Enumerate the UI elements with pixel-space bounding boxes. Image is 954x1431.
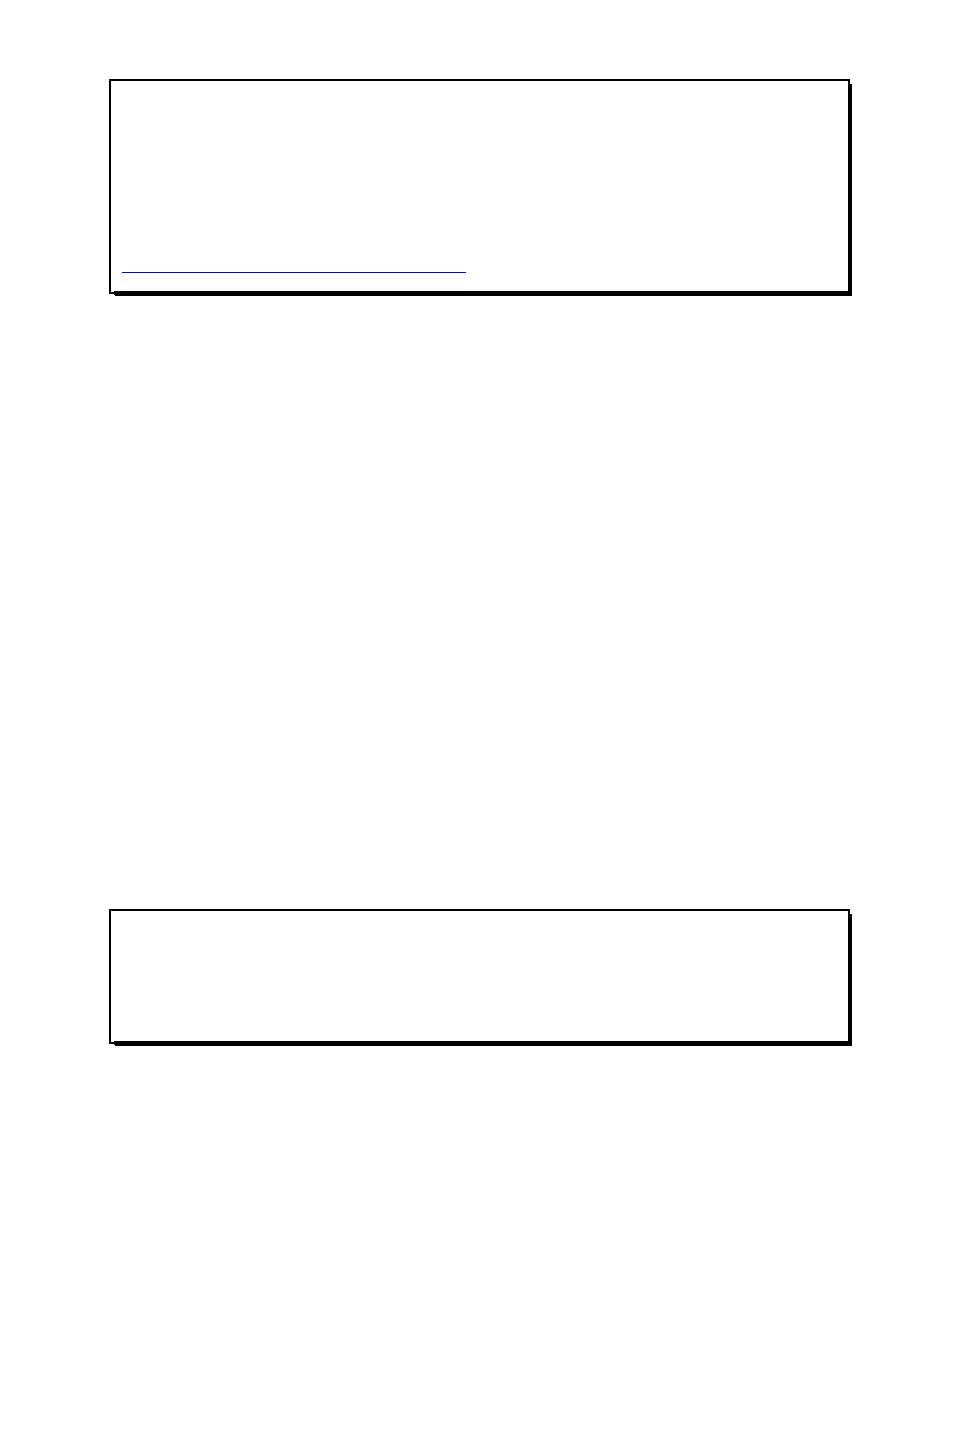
box-shadow-right <box>848 84 852 295</box>
box-shadow-bottom <box>114 291 852 295</box>
hyperlink-underline[interactable] <box>122 272 466 273</box>
box-shadow-bottom <box>114 1041 852 1045</box>
content-box-bottom <box>109 909 850 1044</box>
content-box-top <box>109 79 850 294</box>
box-shadow-right <box>848 914 852 1045</box>
